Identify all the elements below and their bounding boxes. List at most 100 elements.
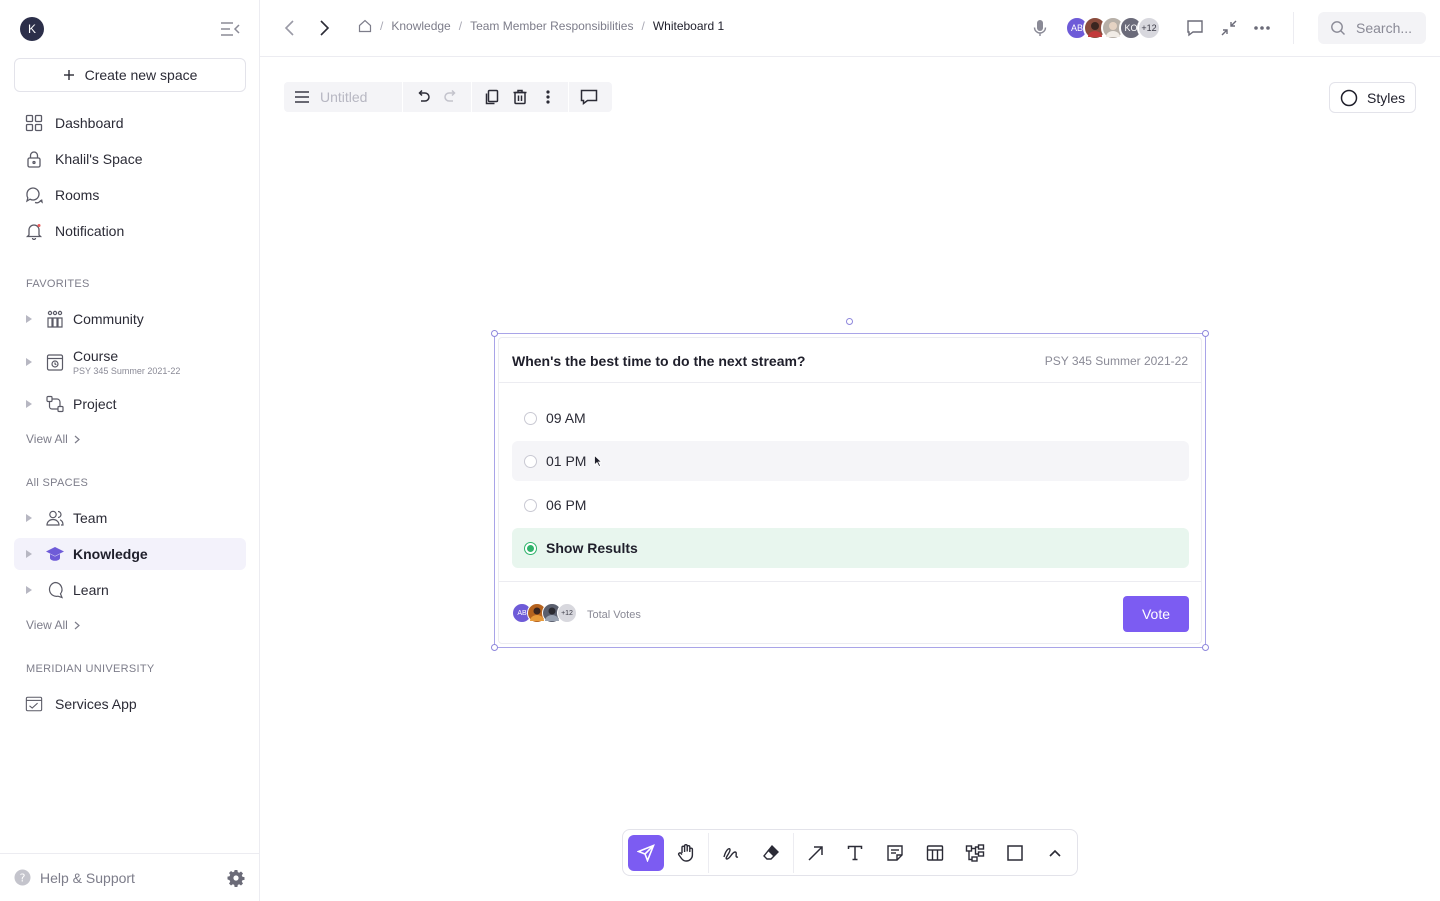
undo-icon[interactable] [409,83,437,111]
chevron-up-icon[interactable] [1037,835,1073,871]
menu-icon[interactable] [288,83,316,111]
collapse-sidebar-icon[interactable] [219,19,241,39]
pen-tool-icon[interactable] [713,835,749,871]
resize-handle-bottom-left[interactable] [491,644,498,651]
redo-icon[interactable] [437,83,465,111]
poll-option-selected[interactable]: Show Results [512,528,1189,568]
radio-button[interactable] [524,454,537,468]
radio-button[interactable] [524,498,537,512]
voter-avatars[interactable]: AB +12 [512,603,577,623]
duplicate-icon[interactable] [478,83,506,111]
gear-icon[interactable] [227,869,245,887]
search-input[interactable]: Search... [1318,12,1426,44]
lock-icon [25,150,43,168]
caret-right-icon[interactable] [25,514,33,522]
topbar-divider [1293,12,1294,44]
breadcrumb-current: Whiteboard 1 [652,19,725,33]
user-avatar[interactable]: K [20,17,44,41]
trash-icon[interactable] [506,83,534,111]
mind-map-tool-icon[interactable] [957,835,993,871]
select-tool-icon[interactable] [628,834,664,871]
home-icon[interactable] [358,19,372,33]
radio-button[interactable] [524,411,537,425]
comment-icon[interactable] [1185,18,1205,38]
caret-right-icon[interactable] [25,550,33,558]
favorite-item-course[interactable]: Course PSY 345 Summer 2021-22 [14,345,246,379]
plus-icon [63,69,75,81]
breadcrumb-separator: / [458,19,463,33]
sidebar-item-services-app[interactable]: Services App [14,688,246,720]
eraser-tool-icon[interactable] [753,835,789,871]
sidebar-item-label: Rooms [55,187,100,203]
minimize-icon[interactable] [1219,18,1239,38]
microphone-icon[interactable] [1030,18,1050,38]
favorite-item-project[interactable]: Project [14,388,246,420]
poll-option-label: 01 PM [546,453,587,469]
poll-option[interactable]: 01 PM [512,441,1189,481]
styles-button[interactable]: Styles [1329,82,1416,113]
search-placeholder: Search... [1356,20,1413,36]
comment-icon[interactable] [575,83,603,111]
back-arrow-icon[interactable] [280,18,300,38]
radio-button-checked[interactable] [524,541,537,555]
create-new-space-button[interactable]: Create new space [14,58,246,92]
collaborator-avatars[interactable]: AB KO +12 [1065,16,1161,40]
favorites-view-all-link[interactable]: View All [26,432,80,446]
sidebar-item-rooms[interactable]: Rooms [14,179,246,211]
breadcrumb: / Knowledge / Team Member Responsibiliti… [358,19,724,33]
sidebar-item-notification[interactable]: Notification [14,215,246,247]
toolbar-divider [707,832,709,873]
more-vertical-icon[interactable] [534,83,562,111]
whiteboard-toolbar: Untitled [284,82,612,112]
organization-heading: MERIDIAN UNIVERSITY [26,663,155,675]
favorites-heading: FAVORITES [26,278,90,290]
caret-right-icon[interactable] [25,400,33,408]
chevron-right-icon [74,435,80,444]
caret-right-icon[interactable] [25,315,33,323]
sidebar-item-label: Khalil's Space [55,151,143,167]
hand-tool-icon[interactable] [668,835,704,871]
sidebar-item-label: Notification [55,223,125,239]
space-item-team[interactable]: Team [14,502,246,534]
resize-handle-top-left[interactable] [491,330,498,337]
space-item-knowledge[interactable]: Knowledge [14,538,246,570]
favorite-item-label: Community [73,311,144,327]
space-item-learn[interactable]: Learn [14,574,246,606]
rotate-handle[interactable] [846,318,853,325]
resize-handle-top-right[interactable] [1202,330,1209,337]
sidebar-item-dashboard[interactable]: Dashboard [14,107,246,139]
sticky-note-tool-icon[interactable] [877,835,913,871]
vote-button[interactable]: Vote [1123,596,1189,632]
text-tool-icon[interactable] [838,835,874,871]
avatar-overflow-count: +12 [557,603,577,623]
breadcrumb-separator: / [380,19,384,33]
toolbar-divider [568,82,569,112]
project-icon [45,394,65,414]
mouse-cursor-icon [594,455,602,467]
poll-widget: When's the best time to do the next stre… [498,337,1202,644]
avatar-overflow-count[interactable]: +12 [1137,16,1161,40]
poll-option[interactable]: 06 PM [512,485,1189,525]
breadcrumb-item[interactable]: Team Member Responsibilities [470,19,633,33]
help-support-label: Help & Support [40,869,135,886]
breadcrumb-separator: / [641,19,645,33]
caret-right-icon[interactable] [25,586,33,594]
help-support-link[interactable]: ? Help & Support [0,853,259,901]
caret-right-icon[interactable] [25,358,33,366]
favorite-item-community[interactable]: Community [14,303,246,335]
more-horizontal-icon[interactable] [1252,18,1272,38]
rectangle-tool-icon[interactable] [997,835,1033,871]
forward-arrow-icon[interactable] [314,18,334,38]
drawing-tools-bar [622,829,1078,876]
poll-option[interactable]: 09 AM [512,398,1189,438]
resize-handle-bottom-right[interactable] [1202,644,1209,651]
all-spaces-heading: All SPACES [26,477,89,489]
poll-question: When's the best time to do the next stre… [512,353,806,369]
whiteboard-title-input[interactable]: Untitled [320,89,396,105]
sidebar-item-khalils-space[interactable]: Khalil's Space [14,143,246,175]
table-tool-icon[interactable] [917,835,953,871]
arrow-tool-icon[interactable] [798,835,834,871]
spaces-view-all-link[interactable]: View All [26,618,80,632]
chevron-right-icon [74,621,80,630]
breadcrumb-item[interactable]: Knowledge [391,19,450,33]
